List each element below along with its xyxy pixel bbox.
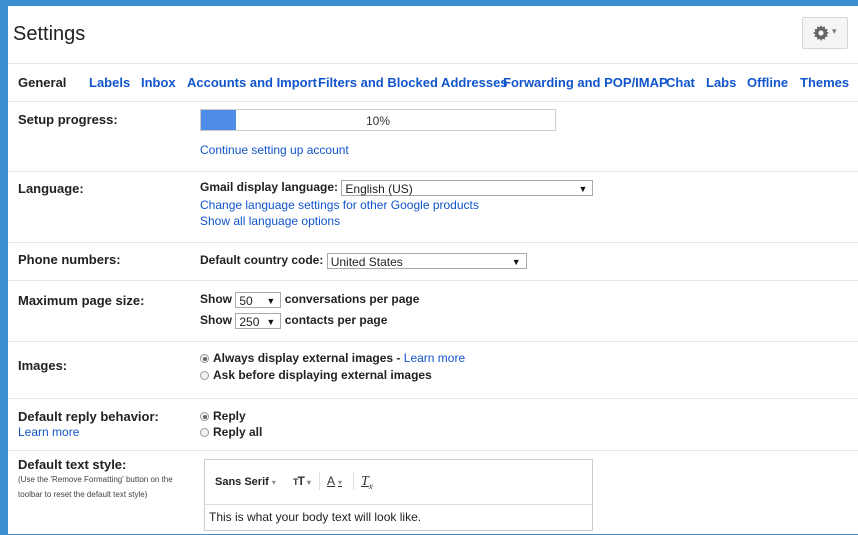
chevron-down-icon: ▾ (832, 26, 837, 36)
tab-themes[interactable]: Themes (800, 75, 849, 90)
reply-learn-more-link[interactable]: Learn more (18, 425, 79, 439)
show-label: Show (200, 292, 232, 307)
editor-preview-text[interactable]: This is what your body text will look li… (209, 510, 421, 524)
reply-option-reply[interactable]: Reply (200, 409, 246, 423)
phone-numbers-label: Phone numbers: (18, 252, 121, 267)
radio-unchecked-icon[interactable] (200, 371, 209, 381)
display-language-label: Gmail display language: (200, 180, 339, 195)
change-language-link[interactable]: Change language settings for other Googl… (200, 198, 479, 212)
text-style-editor: Sans Serif ▾ TT ▾ A ▾ Tx This is what your … (204, 459, 593, 531)
gear-icon (813, 25, 829, 41)
images-option-always-label: Always display external images (213, 351, 394, 365)
settings-panel: Settings ▾ General Labels Inbox Accounts… (8, 6, 858, 534)
country-code-value: United States (330, 255, 403, 269)
display-language-select[interactable]: English (US) ▼ (341, 180, 594, 196)
conversations-per-page-text: conversations per page (284, 292, 420, 307)
tab-forwarding[interactable]: Forwarding and POP/IMAP (503, 75, 668, 90)
chevron-down-icon: ▾ (271, 478, 276, 487)
conversations-per-page-select[interactable]: 50 ▼ (235, 292, 282, 308)
dropdown-arrow-icon: ▼ (578, 184, 588, 194)
tab-offline[interactable]: Offline (747, 75, 788, 90)
contacts-per-page-text: contacts per page (284, 313, 388, 328)
settings-gear-button[interactable]: ▾ (802, 17, 848, 49)
images-label: Images: (18, 358, 68, 373)
images-option-ask-label: Ask before displaying external images (213, 368, 432, 382)
images-option-always[interactable]: Always display external images - Learn m… (200, 351, 465, 365)
dropdown-arrow-icon: ▼ (266, 296, 276, 306)
tab-filters[interactable]: Filters and Blocked Addresses (318, 75, 508, 90)
page-size-label: Maximum page size: (18, 293, 145, 308)
language-label: Language: (18, 181, 84, 196)
country-code-select[interactable]: United States ▼ (326, 253, 527, 269)
show-language-options-link[interactable]: Show all language options (200, 214, 340, 228)
setup-progress-bar: 10% (200, 109, 556, 131)
reply-option-reply-label: Reply (213, 409, 246, 423)
text-color-icon[interactable]: A ▾ (327, 474, 342, 488)
toolbar-divider (353, 472, 354, 490)
tab-labels[interactable]: Labels (89, 75, 130, 90)
contacts-per-page-group: Show 250 ▼ contacts per page (200, 313, 387, 329)
settings-header: Settings ▾ (8, 6, 858, 64)
images-option-ask[interactable]: Ask before displaying external images (200, 368, 432, 382)
radio-checked-icon[interactable] (200, 412, 209, 422)
country-code-label: Default country code: (200, 253, 324, 268)
tab-labs[interactable]: Labs (706, 75, 736, 90)
continue-setup-link[interactable]: Continue setting up account (200, 143, 349, 157)
images-learn-more-link[interactable]: Learn more (404, 351, 465, 365)
dropdown-arrow-icon: ▼ (511, 257, 521, 267)
setup-progress-row: Setup progress: 10% Continue setting up … (8, 101, 858, 171)
toolbar-divider (319, 472, 320, 490)
dropdown-arrow-icon: ▼ (266, 317, 276, 327)
tab-accounts-and-import[interactable]: Accounts and Import (187, 75, 317, 90)
tab-chat[interactable]: Chat (666, 75, 695, 90)
font-family-menu[interactable]: Sans Serif ▾ (215, 474, 276, 488)
country-code-group: Default country code: United States ▼ (200, 253, 527, 269)
page-title: Settings (13, 23, 86, 45)
phone-numbers-row: Phone numbers: Default country code: Uni… (8, 242, 858, 280)
chevron-down-icon: ▾ (338, 478, 343, 487)
reply-option-reply-all-label: Reply all (213, 425, 263, 439)
reply-behavior-row: Default reply behavior: Learn more Reply… (8, 398, 858, 450)
setup-progress-label: Setup progress: (18, 112, 118, 127)
tab-inbox[interactable]: Inbox (141, 75, 176, 90)
radio-unchecked-icon[interactable] (200, 428, 209, 438)
chevron-down-icon: ▾ (306, 478, 311, 487)
display-language-value: English (US) (345, 182, 413, 196)
images-option-separator: - (393, 351, 404, 365)
show-label: Show (200, 313, 232, 328)
conversations-per-page-group: Show 50 ▼ conversations per page (200, 292, 419, 308)
contacts-per-page-value: 250 (239, 315, 260, 329)
text-style-hint: (Use the 'Remove Formatting' button on t… (18, 475, 173, 499)
editor-toolbar: Sans Serif ▾ TT ▾ A ▾ Tx (205, 460, 592, 505)
remove-formatting-icon[interactable]: Tx (361, 474, 373, 491)
progress-percent: 10% (365, 114, 391, 128)
text-style-label: Default text style: (18, 457, 127, 472)
images-row: Images: Always display external images -… (8, 341, 858, 398)
tab-general[interactable]: General (18, 75, 66, 90)
page-size-row: Maximum page size: Show 50 ▼ conversatio… (8, 280, 858, 341)
font-size-icon[interactable]: TT ▾ (293, 474, 311, 488)
reply-option-reply-all[interactable]: Reply all (200, 425, 262, 439)
language-row: Language: Gmail display language: Englis… (8, 171, 858, 242)
font-family-value: Sans Serif (215, 476, 269, 488)
reply-behavior-label: Default reply behavior: (18, 409, 159, 424)
contacts-per-page-select[interactable]: 250 ▼ (235, 313, 282, 329)
conversations-per-page-value: 50 (239, 294, 253, 308)
radio-checked-icon[interactable] (200, 354, 209, 364)
display-language-group: Gmail display language: English (US) ▼ (200, 180, 594, 196)
